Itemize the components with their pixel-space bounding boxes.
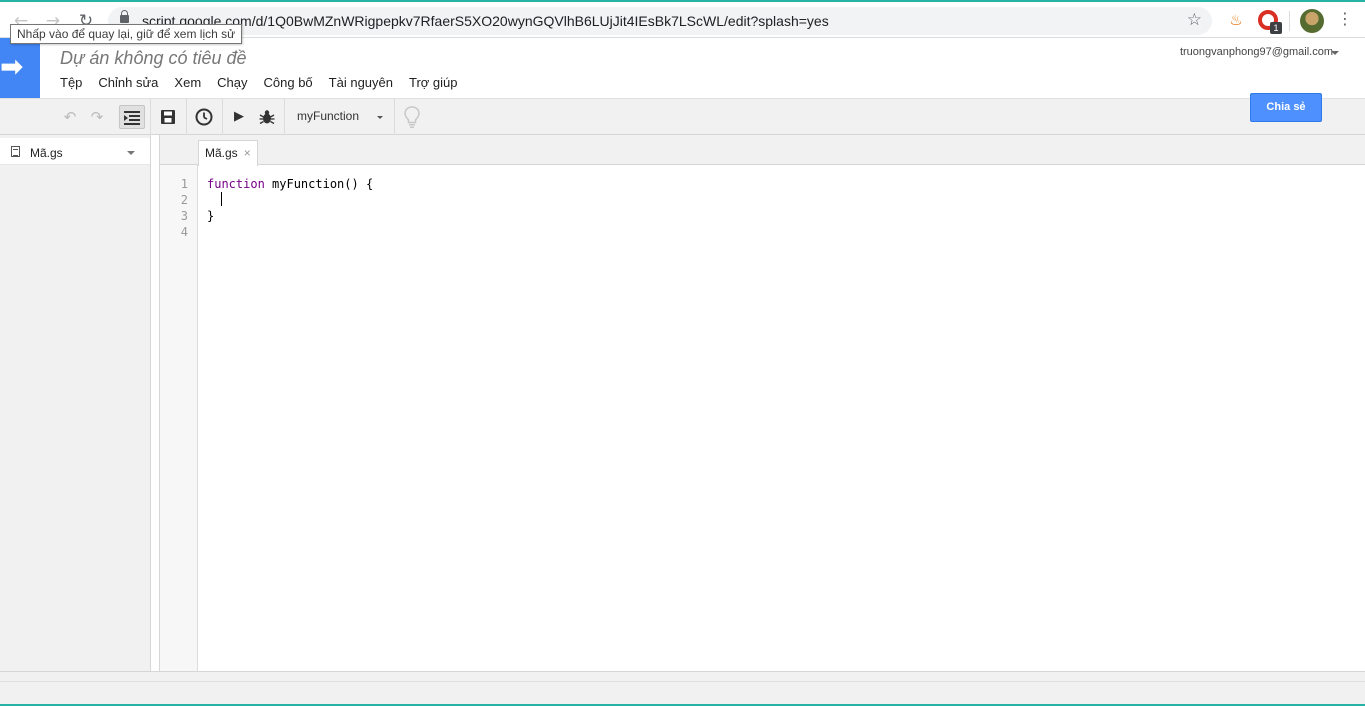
bug-icon <box>259 110 275 125</box>
code-text: myFunction() { <box>264 177 374 191</box>
code-editor[interactable]: Mã.gs × 1 2 3 4 function myFunction() { } <box>159 135 1365 671</box>
toolbar-separator <box>186 99 187 135</box>
lightbulb-icon[interactable] <box>400 105 424 129</box>
triggers-clock-icon[interactable] <box>193 105 215 129</box>
close-icon[interactable]: × <box>244 146 251 160</box>
extension-badge: 1 <box>1270 22 1282 34</box>
apps-script-logo[interactable]: ➡ <box>0 38 40 98</box>
arrow-right-icon: ➡ <box>0 50 24 83</box>
undo-icon[interactable]: ↶ <box>59 105 81 129</box>
file-item[interactable]: Mã.gs <box>0 138 150 165</box>
menu-bar: Tệp Chỉnh sửa Xem Chạy Công bố Tài nguyê… <box>60 75 466 91</box>
menu-help[interactable]: Trợ giúp <box>401 75 466 91</box>
address-bar[interactable]: script.google.com/d/1Q0BwMZnWRigpepkv7Rf… <box>108 7 1212 35</box>
file-list-panel: Mã.gs <box>0 135 151 671</box>
clock-icon <box>195 108 213 126</box>
extension-icon[interactable]: 1 <box>1258 10 1282 34</box>
toolbar-separator <box>222 99 223 135</box>
function-select[interactable]: myFunction <box>297 109 359 123</box>
indent-icon <box>124 111 140 125</box>
tab-label: Mã.gs <box>205 146 238 160</box>
line-number: 4 <box>180 225 188 239</box>
line-number-gutter: 1 2 3 4 <box>160 165 198 671</box>
editor-tab-bar: Mã.gs × <box>160 135 1365 166</box>
line-number: 2 <box>180 193 188 207</box>
editor-toolbar: ↶ ↷ ▶ myFunction <box>0 98 1365 135</box>
floppy-disk-icon <box>161 110 175 124</box>
code-line-3[interactable]: } <box>207 209 214 223</box>
function-select-caret-icon[interactable] <box>377 116 383 119</box>
menu-publish[interactable]: Công bố <box>256 75 321 91</box>
java-extension-icon[interactable]: ♨ <box>1226 10 1246 30</box>
menu-file[interactable]: Tệp <box>60 75 90 91</box>
indent-toggle-button[interactable] <box>119 105 145 129</box>
redo-icon[interactable]: ↷ <box>86 105 108 129</box>
menu-resources[interactable]: Tài nguyên <box>321 75 401 91</box>
back-button-tooltip: Nhấp vào để quay lại, giữ để xem lịch sử <box>10 24 243 44</box>
bookmark-star-icon[interactable]: ☆ <box>1187 10 1202 30</box>
lock-icon <box>120 10 129 23</box>
project-title[interactable]: Dự án không có tiêu đề <box>60 48 247 69</box>
menu-run[interactable]: Chạy <box>209 75 255 91</box>
run-icon[interactable]: ▶ <box>231 105 247 129</box>
line-number: 3 <box>180 209 188 223</box>
editor-tab[interactable]: Mã.gs × <box>198 140 258 166</box>
profile-avatar[interactable] <box>1300 9 1324 33</box>
chevron-down-icon[interactable] <box>1331 51 1339 55</box>
toolbar-separator <box>394 99 395 135</box>
file-name: Mã.gs <box>30 146 63 160</box>
bulb-shape <box>404 106 420 128</box>
share-button[interactable]: Chia sẻ <box>1250 93 1322 122</box>
chevron-down-icon[interactable] <box>127 151 135 155</box>
document-icon <box>11 146 20 157</box>
menu-view[interactable]: Xem <box>166 75 209 91</box>
line-number: 1 <box>180 177 188 191</box>
toolbar-separator <box>284 99 285 135</box>
menu-edit[interactable]: Chỉnh sửa <box>90 75 166 91</box>
toolbar-separator <box>150 99 151 135</box>
code-line-1[interactable]: function myFunction() { <box>207 177 373 191</box>
save-icon[interactable] <box>158 105 178 129</box>
debug-bug-icon[interactable] <box>256 105 278 129</box>
url-text[interactable]: script.google.com/d/1Q0BwMZnWRigpepkv7Rf… <box>142 13 829 29</box>
code-keyword: function <box>207 177 265 191</box>
status-bar <box>0 671 1365 706</box>
account-email[interactable]: truongvanphong97@gmail.com <box>1180 46 1333 58</box>
toolbar-divider <box>1289 11 1290 31</box>
browser-menu-icon[interactable]: ⋮ <box>1337 9 1353 28</box>
status-divider <box>0 681 1365 682</box>
text-cursor <box>221 192 222 206</box>
